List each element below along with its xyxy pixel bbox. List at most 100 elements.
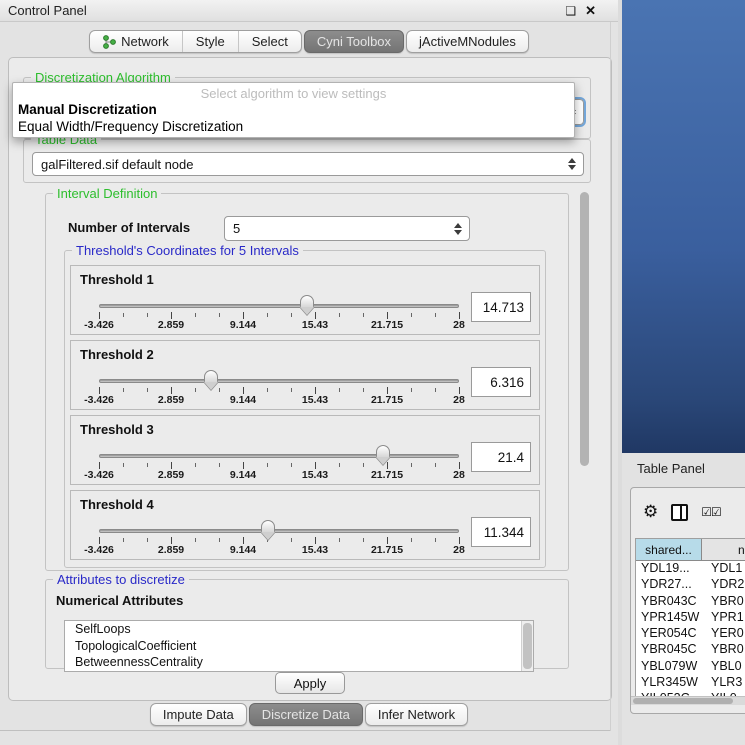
threshold-slider[interactable]: -3.4262.8599.14415.4321.71528: [99, 491, 459, 561]
tab-jactivemnodules[interactable]: jActiveMNodules: [406, 30, 529, 53]
tick-label: 28: [453, 319, 465, 331]
panel-bottom-border: [0, 730, 610, 731]
table-horizontal-scrollbar[interactable]: [631, 696, 745, 705]
scrollbar-thumb[interactable]: [580, 192, 589, 466]
table-panel: Table Panel ⚙ ☑☑ shared... n YDL19...YDL…: [622, 453, 745, 745]
tick-label: 9.144: [230, 394, 256, 406]
apply-button[interactable]: Apply: [275, 672, 345, 694]
split-columns-icon[interactable]: [671, 504, 688, 521]
tab-impute-data[interactable]: Impute Data: [150, 703, 247, 726]
attr-list-scrollbar[interactable]: [521, 621, 533, 671]
tick-label: 28: [453, 469, 465, 481]
tick-label: 9.144: [230, 319, 256, 331]
table-data-combo-value: galFiltered.sif default node: [41, 157, 193, 172]
number-of-intervals-combo[interactable]: 5: [224, 216, 470, 241]
popup-item-manual-discretization[interactable]: Manual Discretization: [13, 101, 574, 118]
threshold-box: Threshold 2 -3.4262.8599.14415.4321.7152…: [70, 340, 540, 410]
tab-style[interactable]: Style: [183, 31, 239, 52]
tick-labels: -3.4262.8599.14415.4321.71528: [99, 469, 459, 481]
threshold-value[interactable]: 6.316: [471, 367, 531, 397]
screen: Control Panel ❑ ✕ Network Sty: [0, 0, 745, 745]
attr-items: SelfLoopsTopologicalCoefficientBetweenne…: [65, 621, 533, 671]
tab-select[interactable]: Select: [239, 31, 301, 52]
table-row[interactable]: YLR345WYLR3: [636, 675, 745, 691]
tick-label: 2.859: [158, 469, 184, 481]
table-row[interactable]: YDL19...YDL1: [636, 561, 745, 577]
threshold-value[interactable]: 14.713: [471, 292, 531, 322]
tick-labels: -3.4262.8599.14415.4321.71528: [99, 319, 459, 331]
tick-label: 21.715: [371, 394, 403, 406]
table-row[interactable]: YDR27...YDR2: [636, 577, 745, 593]
tick-label: -3.426: [84, 544, 114, 556]
number-of-intervals-label: Number of Intervals: [68, 220, 190, 235]
tick-label: -3.426: [84, 469, 114, 481]
table-row[interactable]: YBR043CYBR0: [636, 594, 745, 610]
bottom-tabstrip: Impute Data Discretize Data Infer Networ…: [0, 703, 618, 726]
node-table[interactable]: shared... n YDL19...YDL1YDR27...YDR2YBR0…: [635, 538, 745, 700]
table-row[interactable]: YER054CYER0: [636, 626, 745, 642]
popup-item-equal-width[interactable]: Equal Width/Frequency Discretization: [13, 118, 574, 135]
tab-discretize-data[interactable]: Discretize Data: [249, 703, 363, 726]
slider-track[interactable]: [99, 304, 459, 308]
column-header-shared[interactable]: shared...: [636, 539, 702, 561]
threshold-value[interactable]: 11.344: [471, 517, 531, 547]
tick-labels: -3.4262.8599.14415.4321.71528: [99, 394, 459, 406]
tab-network[interactable]: Network: [90, 31, 183, 52]
stepper-arrows-icon: [454, 223, 462, 235]
tick-labels: -3.4262.8599.14415.4321.71528: [99, 544, 459, 556]
control-panel-title: Control Panel: [8, 3, 87, 18]
tab-network-label: Network: [121, 34, 169, 49]
table-row[interactable]: YPR145WYPR1: [636, 610, 745, 626]
table-data-combo[interactable]: galFiltered.sif default node: [32, 152, 584, 176]
slider-major-ticks: [99, 537, 460, 544]
threshold-slider[interactable]: -3.4262.8599.14415.4321.71528: [99, 416, 459, 486]
tick-label: 28: [453, 394, 465, 406]
slider-track[interactable]: [99, 454, 459, 458]
settings-vertical-scrollbar[interactable]: [578, 186, 592, 696]
gear-icon[interactable]: ⚙: [643, 504, 658, 521]
table-data-group: Table Data galFiltered.sif default node: [23, 139, 591, 183]
table-row[interactable]: YBL079WYBL0: [636, 659, 745, 675]
algorithm-dropdown-popup: Select algorithm to view settings Manual…: [12, 82, 575, 138]
tab-infer-network[interactable]: Infer Network: [365, 703, 468, 726]
slider-thumb[interactable]: [261, 520, 275, 532]
threshold-slider[interactable]: -3.4262.8599.14415.4321.71528: [99, 341, 459, 411]
control-panel: Control Panel ❑ ✕ Network Sty: [0, 0, 618, 745]
table-row[interactable]: YBR045CYBR0: [636, 642, 745, 658]
tick-label: 28: [453, 544, 465, 556]
number-of-intervals-value: 5: [233, 221, 240, 236]
attribute-list-item[interactable]: SelfLoops: [65, 621, 533, 638]
slider-track[interactable]: [99, 529, 459, 533]
column-header-name[interactable]: n: [702, 539, 745, 561]
tick-label: 15.43: [302, 319, 328, 331]
slider-track[interactable]: [99, 379, 459, 383]
numerical-attributes-label: Numerical Attributes: [56, 593, 183, 608]
tab-cyni-toolbox[interactable]: Cyni Toolbox: [304, 30, 404, 53]
tick-label: 21.715: [371, 469, 403, 481]
table-toolbar: ⚙ ☑☑: [631, 488, 745, 536]
float-window-icon[interactable]: ❑: [565, 4, 576, 18]
attributes-group: Attributes to discretize Numerical Attri…: [45, 579, 569, 669]
tick-label: 9.144: [230, 469, 256, 481]
stepper-arrows-icon: [568, 158, 576, 170]
attributes-group-title: Attributes to discretize: [53, 572, 189, 587]
top-tabstrip: Network Style Select Cyni Toolbox jActiv…: [0, 30, 618, 56]
close-panel-icon[interactable]: ✕: [585, 3, 596, 19]
attribute-list-item[interactable]: BetweennessCentrality: [65, 654, 533, 671]
network-desktop-frame: GAL80GACGAL11GAL4GCY1HHAP2: [622, 0, 745, 453]
numerical-attributes-list[interactable]: SelfLoopsTopologicalCoefficientBetweenne…: [64, 620, 534, 672]
hscroll-thumb[interactable]: [633, 698, 733, 704]
threshold-value[interactable]: 21.4: [471, 442, 531, 472]
interval-definition-group-title: Interval Definition: [53, 186, 161, 201]
threshold-slider[interactable]: -3.4262.8599.14415.4321.71528: [99, 266, 459, 336]
interval-definition-group: Interval Definition Number of Intervals …: [45, 193, 569, 571]
checkbox-pair-icon[interactable]: ☑☑: [701, 505, 721, 519]
slider-thumb[interactable]: [376, 445, 390, 457]
attribute-list-item[interactable]: TopologicalCoefficient: [65, 638, 533, 655]
slider-thumb[interactable]: [300, 295, 314, 307]
tick-label: 21.715: [371, 544, 403, 556]
tick-label: 2.859: [158, 394, 184, 406]
slider-major-ticks: [99, 462, 460, 469]
thresholds-group: Threshold's Coordinates for 5 Intervals …: [64, 250, 546, 568]
slider-thumb[interactable]: [204, 370, 218, 382]
